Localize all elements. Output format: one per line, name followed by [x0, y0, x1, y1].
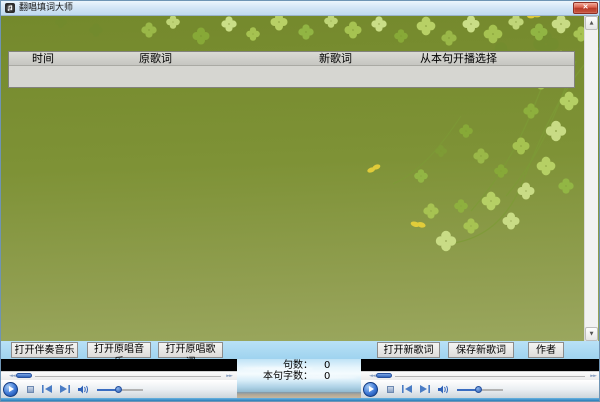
right-player-controls	[361, 380, 600, 398]
save-new-lyrics-button[interactable]: 保存新歌词	[448, 342, 514, 358]
app-icon-glyph	[6, 4, 14, 12]
app-icon	[5, 3, 15, 13]
column-header-time[interactable]: 时间	[32, 52, 54, 65]
left-player-video-area	[1, 359, 237, 371]
open-accompaniment-button[interactable]: 打开伴奏音乐	[11, 342, 78, 358]
left-volume-active	[97, 389, 117, 391]
scroll-up-button[interactable]: ▲	[585, 16, 598, 30]
column-header-new-lyric[interactable]: 新歌词	[319, 52, 352, 65]
right-seek-back-icon: ◄◄	[369, 372, 375, 380]
sentence-count-row: 句数： 0	[237, 361, 361, 371]
main-canvas: 时间 原歌词 新歌词 从本句开播选择 ▲ ▼	[1, 16, 600, 341]
left-play-icon	[9, 386, 14, 392]
right-mute-button[interactable]	[438, 385, 450, 394]
close-button[interactable]: ✕	[573, 2, 598, 14]
scroll-down-button[interactable]: ▼	[585, 327, 598, 341]
right-volume-active	[457, 389, 477, 391]
app-window: 翻唱填词大师 ✕	[0, 0, 600, 402]
sentence-count-label: 句数：	[237, 361, 313, 371]
right-seek-thumb[interactable]	[376, 373, 392, 378]
vertical-scrollbar[interactable]: ▲ ▼	[584, 16, 598, 341]
right-previous-button[interactable]	[402, 385, 412, 393]
right-seek-track	[395, 376, 585, 377]
left-seek-back-icon: ◄◄	[9, 372, 15, 380]
left-player-seek-bar[interactable]: ◄◄ ►►	[1, 371, 237, 380]
left-player-controls	[1, 380, 237, 398]
open-original-vocal-button[interactable]: 打开原唱音乐	[87, 342, 151, 358]
bottom-section: ◄◄ ►►	[1, 359, 600, 398]
left-volume-slider[interactable]	[97, 385, 143, 394]
right-seek-forward-icon: ►►	[590, 372, 596, 380]
left-stop-button[interactable]	[27, 386, 34, 393]
left-seek-forward-icon: ►►	[226, 372, 232, 380]
stats-panel: 句数： 0 本句字数： 0	[237, 359, 361, 398]
line-chars-value: 0	[324, 372, 330, 382]
lyrics-list-header: 时间 原歌词 新歌词 从本句开播选择	[9, 52, 574, 66]
right-player-seek-bar[interactable]: ◄◄ ►►	[361, 371, 600, 380]
sentence-count-value: 0	[324, 361, 330, 371]
left-next-button[interactable]	[60, 385, 70, 393]
right-play-icon	[369, 386, 374, 392]
line-chars-label: 本句字数：	[237, 372, 313, 382]
right-play-button[interactable]	[363, 382, 378, 397]
left-previous-button[interactable]	[42, 385, 52, 393]
left-play-button[interactable]	[3, 382, 18, 397]
column-header-original-lyric[interactable]: 原歌词	[139, 52, 172, 65]
right-volume-slider[interactable]	[457, 385, 503, 394]
left-mute-button[interactable]	[78, 385, 90, 394]
lyrics-list[interactable]: 时间 原歌词 新歌词 从本句开播选择	[8, 51, 575, 88]
scroll-up-icon: ▲	[590, 20, 594, 26]
left-seek-thumb[interactable]	[16, 373, 32, 378]
close-icon: ✕	[574, 3, 597, 13]
left-volume-thumb[interactable]	[115, 386, 122, 393]
lyrics-list-body[interactable]	[9, 66, 574, 87]
left-seek-track	[35, 376, 221, 377]
window-bottom-border	[1, 398, 600, 402]
open-new-lyrics-button[interactable]: 打开新歌词	[377, 342, 440, 358]
right-stop-button[interactable]	[387, 386, 394, 393]
line-chars-row: 本句字数： 0	[237, 372, 361, 382]
open-original-lyrics-button[interactable]: 打开原唱歌词	[158, 342, 223, 358]
title-bar[interactable]: 翻唱填词大师 ✕	[1, 1, 600, 16]
scrollbar-track[interactable]	[585, 30, 598, 327]
right-media-player: ◄◄ ►►	[361, 359, 600, 398]
left-media-player: ◄◄ ►►	[1, 359, 237, 398]
right-next-button[interactable]	[420, 385, 430, 393]
scroll-down-icon: ▼	[590, 331, 594, 337]
column-header-play-from-line[interactable]: 从本句开播选择	[420, 52, 497, 65]
window-title: 翻唱填词大师	[19, 1, 73, 15]
right-volume-thumb[interactable]	[475, 386, 482, 393]
right-player-video-area	[361, 359, 600, 371]
author-button[interactable]: 作者	[528, 342, 564, 358]
toolbar: 打开伴奏音乐 打开原唱音乐 打开原唱歌词 打开新歌词 保存新歌词 作者	[1, 341, 600, 359]
